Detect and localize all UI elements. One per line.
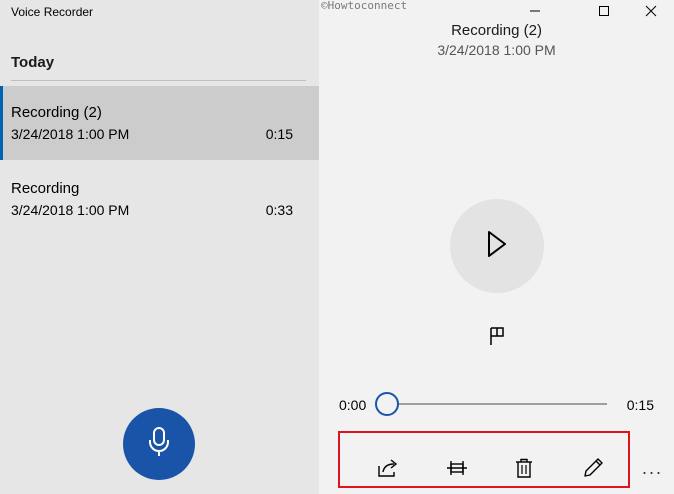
recording-name: Recording (11, 180, 80, 197)
recordings-pane: Voice Recorder Today Recording (2) 3/24/… (0, 0, 319, 494)
share-icon (377, 458, 399, 483)
recording-date: 3/24/2018 1:00 PM (11, 202, 130, 218)
recording-timestamp: 3/24/2018 1:00 PM (437, 42, 556, 58)
play-button[interactable] (450, 199, 544, 293)
more-options-button[interactable]: ··· (637, 460, 667, 484)
recording-name: Recording (2) (11, 104, 102, 121)
delete-icon (515, 458, 533, 483)
minimize-icon (529, 4, 541, 22)
recording-date: 3/24/2018 1:00 PM (11, 126, 130, 142)
delete-button[interactable] (509, 455, 539, 485)
recording-title: Recording (2) (451, 22, 542, 39)
current-time: 0:00 (339, 397, 367, 413)
app-title: Voice Recorder (11, 5, 94, 19)
recording-list-item[interactable]: Recording (2) 3/24/2018 1:00 PM 0:15 (0, 86, 319, 160)
rename-icon (582, 457, 604, 484)
share-button[interactable] (373, 455, 403, 485)
recording-list-item[interactable]: Recording 3/24/2018 1:00 PM 0:33 (0, 162, 319, 236)
close-icon (645, 4, 657, 22)
recording-duration: 0:15 (265, 126, 293, 142)
watermark: ©Howtoconnect (321, 0, 408, 12)
section-divider (11, 80, 306, 81)
section-header-today: Today (11, 54, 55, 71)
add-marker-button[interactable] (485, 326, 509, 350)
play-icon (485, 229, 509, 264)
selection-indicator (0, 86, 3, 160)
microphone-icon (146, 426, 172, 463)
maximize-icon (598, 4, 610, 22)
record-button[interactable] (123, 408, 195, 480)
recording-duration: 0:33 (265, 202, 293, 218)
seek-track[interactable] (387, 403, 607, 405)
flag-icon (488, 326, 506, 351)
player-pane: ©Howtoconnect Recording (2) 3/24/2018 1:… (319, 0, 674, 494)
seek-slider-thumb[interactable] (375, 392, 399, 416)
rename-button[interactable] (578, 455, 608, 485)
trim-button[interactable] (442, 455, 472, 485)
trim-icon (446, 458, 468, 483)
total-duration: 0:15 (626, 397, 654, 413)
